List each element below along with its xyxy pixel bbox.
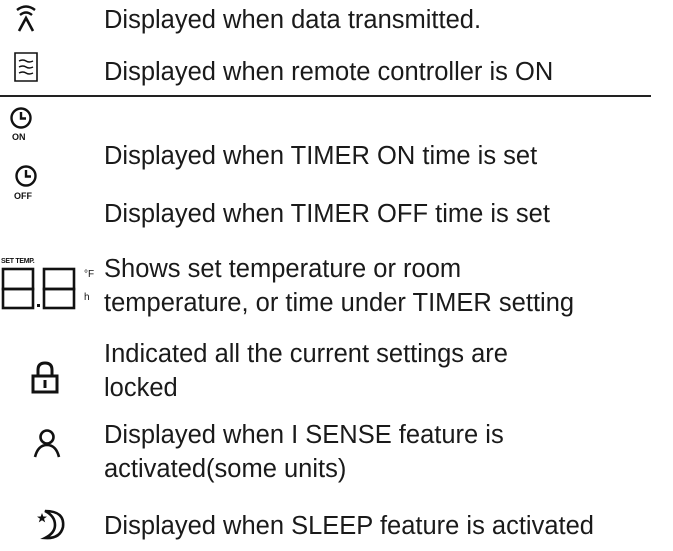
- i-sense-person-icon: [32, 429, 62, 464]
- legend-text: Displayed when data transmitted.: [104, 6, 482, 34]
- legend-text-line1: Displayed when I SENSE feature is: [104, 421, 504, 449]
- legend-text-line2: temperature, or time under TIMER setting: [104, 289, 575, 317]
- legend-text: Displayed when SLEEP feature is activate…: [104, 512, 594, 540]
- legend-text-line1: Shows set temperature or room: [104, 255, 462, 283]
- set-temp-label: SET TEMP.: [1, 258, 35, 265]
- legend-text: Displayed when TIMER OFF time is set: [104, 200, 550, 228]
- unit-f-label: °F: [84, 269, 95, 280]
- legend-text-line1: Indicated all the current settings are: [104, 340, 508, 368]
- sleep-moon-icon: [35, 507, 69, 546]
- legend-text: Displayed when TIMER ON time is set: [104, 142, 538, 170]
- legend-text-line2: locked: [104, 374, 178, 402]
- remote-on-icon: [14, 52, 38, 87]
- section-divider: [0, 95, 651, 97]
- unit-h-label: h: [84, 292, 90, 303]
- transmit-icon: [14, 4, 38, 37]
- timer-on-icon: [9, 106, 33, 135]
- lock-icon: [30, 360, 60, 399]
- legend-text-line2: activated(some units): [104, 455, 347, 483]
- legend-text: Displayed when remote controller is ON: [104, 58, 554, 86]
- timer-off-icon: [14, 164, 38, 193]
- timer-off-label: OFF: [14, 191, 32, 201]
- temperature-display-icon: [1, 267, 87, 316]
- timer-on-label: ON: [12, 132, 26, 142]
